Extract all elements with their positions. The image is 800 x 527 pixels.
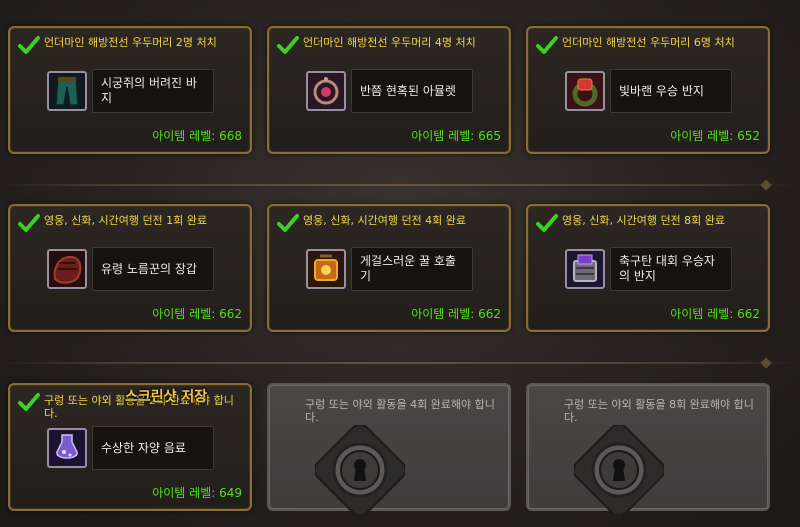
item-level: 아이템 레벨: 649 <box>152 486 242 500</box>
keyhole-lock-icon <box>315 425 405 515</box>
row-divider <box>0 184 800 186</box>
reward-card-5[interactable]: 영웅, 신화, 시간여행 던전 4회 완료 게걸스러운 꿀 호출기 아이템 레벨… <box>267 204 511 332</box>
reward-card-4[interactable]: 영웅, 신화, 시간여행 던전 1회 완료 유령 노름꾼의 장갑 아이템 레벨:… <box>8 204 252 332</box>
item-name: 유령 노름꾼의 장갑 <box>92 247 214 291</box>
item-name: 수상한 자양 음료 <box>92 426 214 470</box>
item-level: 아이템 레벨: 662 <box>411 307 501 321</box>
gloves-icon[interactable] <box>47 249 87 289</box>
locked-reward-card-2[interactable]: 구렁 또는 야외 활동을 8회 완료해야 합니다. <box>526 383 770 515</box>
amulet-icon[interactable] <box>306 71 346 111</box>
checkmark-icon <box>18 214 40 232</box>
requirement-text: 구렁 또는 야외 활동을 4회 완료해야 합니다. <box>305 398 495 424</box>
requirement-text: 언더마인 해방전선 우두머리 2명 처치 <box>44 36 217 49</box>
item-level: 아이템 레벨: 652 <box>670 129 760 143</box>
item-name: 빛바랜 우승 반지 <box>610 69 732 113</box>
reward-card-2[interactable]: 언더마인 해방전선 우두머리 4명 처치 반쯤 현혹된 아뮬렛 아이템 레벨: … <box>267 26 511 154</box>
checkmark-icon <box>277 36 299 54</box>
item-name: 게걸스러운 꿀 호출기 <box>351 247 473 291</box>
checkmark-icon <box>277 214 299 232</box>
reward-card-1[interactable]: 언더마인 해방전선 우두머리 2명 처치 시궁쥐의 버려진 바지 아이템 레벨:… <box>8 26 252 154</box>
item-level: 아이템 레벨: 665 <box>411 129 501 143</box>
requirement-text: 영웅, 신화, 시간여행 던전 1회 완료 <box>44 214 208 227</box>
reward-card-6[interactable]: 영웅, 신화, 시간여행 던전 8회 완료 축구탄 대회 우승자의 반지 아이템… <box>526 204 770 332</box>
locked-reward-card-1[interactable]: 구렁 또는 야외 활동을 4회 완료해야 합니다. <box>267 383 511 515</box>
row-divider <box>0 362 800 364</box>
checkmark-icon <box>536 36 558 54</box>
requirement-text: 구렁 또는 야외 활동을 8회 완료해야 합니다. <box>564 398 754 424</box>
item-level: 아이템 레벨: 662 <box>152 307 242 321</box>
item-name: 축구탄 대회 우승자의 반지 <box>610 247 732 291</box>
item-name: 반쯤 현혹된 아뮬렛 <box>351 69 473 113</box>
checkmark-icon <box>18 393 40 411</box>
keyhole-lock-icon <box>574 425 664 515</box>
pants-icon[interactable] <box>47 71 87 111</box>
requirement-text: 언더마인 해방전선 우두머리 4명 처치 <box>303 36 476 49</box>
ring-icon[interactable] <box>565 71 605 111</box>
honey-caller-icon[interactable] <box>306 249 346 289</box>
champion-ring-icon[interactable] <box>565 249 605 289</box>
reward-card-3[interactable]: 언더마인 해방전선 우두머리 6명 처치 빛바랜 우승 반지 아이템 레벨: 6… <box>526 26 770 154</box>
tonic-icon[interactable] <box>47 428 87 468</box>
checkmark-icon <box>536 214 558 232</box>
requirement-text: 언더마인 해방전선 우두머리 6명 처치 <box>562 36 735 49</box>
item-level: 아이템 레벨: 662 <box>670 307 760 321</box>
item-level: 아이템 레벨: 668 <box>152 129 242 143</box>
screenshot-saved-notice: 스크린샷 저장 <box>125 389 208 405</box>
item-name: 시궁쥐의 버려진 바지 <box>92 69 214 113</box>
requirement-text: 영웅, 신화, 시간여행 던전 8회 완료 <box>562 214 726 227</box>
checkmark-icon <box>18 36 40 54</box>
requirement-text: 영웅, 신화, 시간여행 던전 4회 완료 <box>303 214 467 227</box>
